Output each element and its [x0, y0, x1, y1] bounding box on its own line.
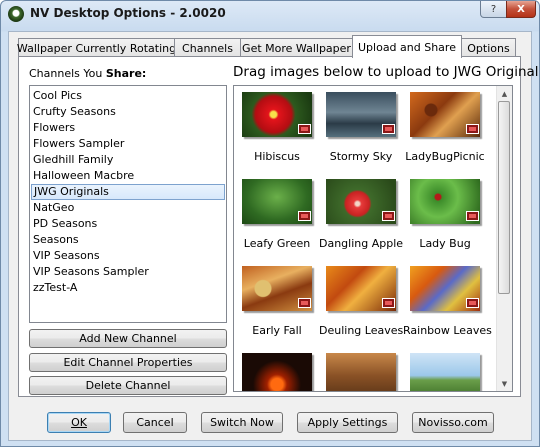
image-thumbnail[interactable]: Rainbow Leaves: [403, 263, 492, 350]
channel-list-item[interactable]: NatGeo: [30, 200, 226, 216]
thumbnail-image: [242, 353, 312, 391]
channel-list-item[interactable]: VIP Seasons Sampler: [30, 264, 226, 280]
tab-channels[interactable]: Channels: [174, 38, 241, 57]
channel-list-item[interactable]: Crufty Seasons: [30, 104, 226, 120]
thumbnail-caption: Early Fall: [252, 324, 302, 337]
upload-badge-icon: [382, 298, 395, 308]
channel-list-item[interactable]: zzTest-A: [30, 280, 226, 296]
scroll-down-icon[interactable]: ▼: [497, 376, 512, 391]
close-button[interactable]: X: [506, 1, 536, 18]
upload-badge-icon: [298, 124, 311, 134]
thumbnail-caption: Rainbow Leaves: [403, 324, 492, 337]
nv-desktop-options-window: NV Desktop Options - 2.0020 ? X Wallpape…: [0, 0, 540, 447]
image-thumbnail[interactable]: Leafy Green: [235, 176, 319, 263]
channel-list-item[interactable]: Halloween Macbre: [30, 168, 226, 184]
window-title: NV Desktop Options - 2.0020: [30, 6, 226, 20]
scrollbar-thumb[interactable]: [498, 101, 510, 294]
thumbnail-image: [326, 353, 396, 391]
thumbnail-caption: LadyBugPicnic: [405, 150, 485, 163]
apply-settings-button[interactable]: Apply Settings: [297, 412, 398, 433]
help-button[interactable]: ?: [480, 1, 507, 18]
thumbnail-caption: Hibiscus: [254, 150, 300, 163]
upload-badge-icon: [298, 298, 311, 308]
channel-list-item[interactable]: Cool Pics: [30, 88, 226, 104]
delete-channel-button[interactable]: Delete Channel: [29, 376, 227, 395]
tab-upload-and-share[interactable]: Upload and Share: [352, 35, 462, 58]
app-icon: [8, 6, 24, 22]
add-new-channel-button[interactable]: Add New Channel: [29, 329, 227, 348]
thumbnail-caption: Dangling Apple: [319, 237, 404, 250]
tab-wallpaper-currently-rotating[interactable]: Wallpaper Currently Rotating: [17, 38, 176, 57]
dialog-body: Wallpaper Currently Rotating Channels Ge…: [8, 31, 539, 441]
image-thumbnail[interactable]: LadyBugPicnic: [403, 89, 487, 176]
close-icon: X: [517, 3, 525, 15]
novisso-link-button[interactable]: Novisso.com: [412, 412, 494, 433]
upload-badge-icon: [466, 211, 479, 221]
upload-badge-icon: [382, 211, 395, 221]
ok-button[interactable]: OK: [47, 412, 111, 433]
channel-list-item[interactable]: VIP Seasons: [30, 248, 226, 264]
upload-and-share-panel: Channels You Share: Cool Pics Crufty Seas…: [18, 56, 539, 397]
channel-list-item[interactable]: PD Seasons: [30, 216, 226, 232]
thumbnail-caption: Deuling Leaves: [319, 324, 404, 337]
tab-strip: Wallpaper Currently Rotating Channels Ge…: [17, 35, 528, 58]
channel-list-item[interactable]: Gledhill Family: [30, 152, 226, 168]
vertical-scrollbar[interactable]: ▲ ▼: [496, 86, 512, 391]
thumbnail-caption: Leafy Green: [243, 237, 311, 250]
image-thumbnail[interactable]: Deuling Leaves: [319, 263, 403, 350]
thumbnail-caption: Lady Bug: [419, 237, 471, 250]
thumbnail-caption: Stormy Sky: [329, 150, 393, 163]
upload-badge-icon: [382, 124, 395, 134]
channel-list-item[interactable]: Seasons: [30, 232, 226, 248]
image-thumbnail[interactable]: [235, 350, 319, 391]
channels-you-share-label: Channels You Share:: [29, 67, 147, 80]
upload-drop-area[interactable]: Hibiscus Stormy Sky LadyBugPicnic Leafy Gre…: [233, 85, 513, 392]
upload-instructions: Drag images below to upload to JWG Origi…: [233, 64, 540, 80]
upload-badge-icon: [466, 298, 479, 308]
channel-list[interactable]: Cool Pics Crufty Seasons Flowers Flowers Sa…: [29, 85, 227, 323]
channel-list-item[interactable]: Flowers Sampler: [30, 136, 226, 152]
help-icon: ?: [490, 3, 497, 15]
image-thumbnail[interactable]: Hibiscus: [235, 89, 319, 176]
cancel-button[interactable]: Cancel: [123, 412, 187, 433]
edit-channel-properties-button[interactable]: Edit Channel Properties: [29, 353, 227, 372]
image-thumbnail[interactable]: Lady Bug: [403, 176, 487, 263]
image-thumbnail[interactable]: [403, 350, 487, 391]
upload-badge-icon: [298, 211, 311, 221]
scroll-up-icon[interactable]: ▲: [497, 86, 512, 101]
thumbnail-image: [410, 353, 480, 391]
image-thumbnail[interactable]: Dangling Apple: [319, 176, 403, 263]
tab-get-more-wallpaper[interactable]: Get More Wallpaper: [240, 38, 353, 57]
image-thumbnail[interactable]: [319, 350, 403, 391]
channel-list-item[interactable]: JWG Originals: [31, 184, 225, 200]
image-thumbnail[interactable]: Stormy Sky: [319, 89, 403, 176]
title-bar[interactable]: NV Desktop Options - 2.0020 ? X: [1, 1, 539, 28]
switch-now-button[interactable]: Switch Now: [201, 412, 283, 433]
channel-list-item[interactable]: Flowers: [30, 120, 226, 136]
upload-badge-icon: [466, 124, 479, 134]
tab-options[interactable]: Options: [461, 38, 516, 57]
image-thumbnail[interactable]: Early Fall: [235, 263, 319, 350]
